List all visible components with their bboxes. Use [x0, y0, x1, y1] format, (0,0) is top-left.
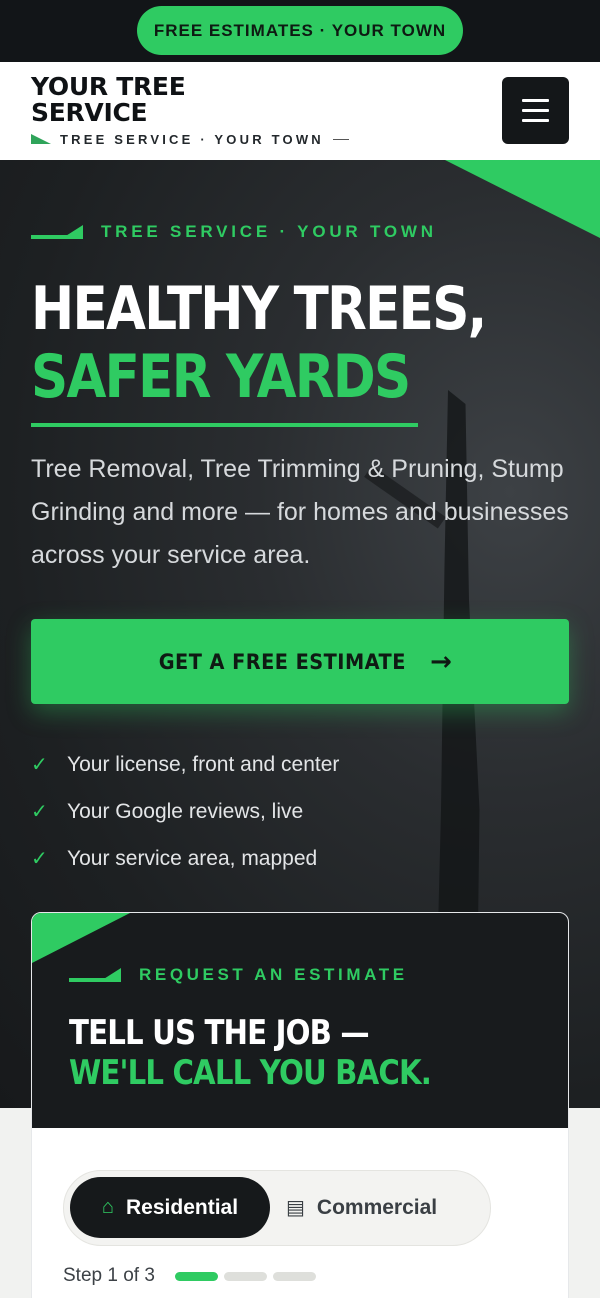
card-title-line-2: WE'LL CALL YOU BACK. [69, 1053, 432, 1093]
check-icon: ✓ [31, 754, 48, 776]
step-progress: Step 1 of 3 [63, 1265, 322, 1287]
card-title: TELL US THE JOB — WE'LL CALL YOU BACK. [69, 1013, 432, 1093]
hero-checklist: ✓ Your license, front and center ✓ Your … [31, 741, 339, 882]
commercial-option[interactable]: ▤ Commercial [286, 1177, 486, 1238]
hero-corner-accent [445, 160, 600, 238]
headline-line-2: SAFER YARDS [31, 342, 411, 412]
check-list-item: ✓ Your license, front and center [31, 741, 339, 788]
commercial-label: Commercial [316, 1195, 438, 1219]
hero-description: Tree Removal, Tree Trimming & Pruning, S… [31, 455, 569, 569]
logo[interactable]: YOUR TREE SERVICE [31, 74, 231, 126]
check-text: Your service area, mapped [67, 846, 318, 870]
check-list-item: ✓ Your service area, mapped [31, 835, 339, 882]
card-title-line-1: TELL US THE JOB — [69, 1013, 370, 1053]
property-type-toggle: ⌂ Residential ▤ Commercial [63, 1170, 491, 1246]
free-estimates-pill[interactable]: FREE ESTIMATES · YOUR TOWN [137, 6, 463, 55]
step-bar-3 [272, 1271, 316, 1281]
check-text: Your Google reviews, live [67, 799, 304, 823]
hero-headline: HEALTHY TREES, SAFER YARDS [31, 274, 487, 412]
site-header: YOUR TREE SERVICE TREE SERVICE · YOUR TO… [0, 62, 600, 160]
building-icon: ▤ [286, 1197, 305, 1219]
residential-label: Residential [126, 1195, 239, 1219]
eyebrow-mark-icon [69, 968, 121, 982]
card-eyebrow-text: REQUEST AN ESTIMATE [139, 965, 408, 984]
hamburger-menu-button[interactable] [502, 77, 569, 144]
card-eyebrow: REQUEST AN ESTIMATE [69, 965, 408, 985]
get-free-estimate-button[interactable]: GET A FREE ESTIMATE → [31, 619, 569, 704]
logo-line-1: YOUR TREE [31, 72, 186, 101]
headline-line-1: HEALTHY TREES, [31, 274, 487, 344]
check-list-item: ✓ Your Google reviews, live [31, 788, 339, 835]
headline-underline [31, 423, 418, 427]
logo-line-2: SERVICE [31, 98, 148, 127]
hero-eyebrow: TREE SERVICE · YOUR TOWN [31, 222, 437, 242]
hero-eyebrow-text: TREE SERVICE · YOUR TOWN [101, 222, 437, 241]
logo-tagline: TREE SERVICE · YOUR TOWN [60, 131, 324, 147]
hamburger-menu-icon [522, 99, 549, 102]
top-bar: FREE ESTIMATES · YOUR TOWN [0, 0, 600, 62]
arrow-right-icon: → [430, 646, 453, 677]
estimate-request-card: REQUEST AN ESTIMATE TELL US THE JOB — WE… [31, 912, 569, 1298]
card-corner-accent [32, 913, 130, 963]
step-label: Step 1 of 3 [63, 1265, 155, 1286]
step-bar-2 [223, 1271, 267, 1281]
logo-triangle-icon [31, 134, 51, 144]
logo-tagline-row: TREE SERVICE · YOUR TOWN [31, 131, 349, 147]
card-header: REQUEST AN ESTIMATE TELL US THE JOB — WE… [32, 913, 568, 1128]
residential-option[interactable]: ⌂ Residential [70, 1177, 270, 1238]
cta-label: GET A FREE ESTIMATE [158, 649, 406, 674]
home-icon: ⌂ [101, 1196, 115, 1218]
eyebrow-mark-icon [31, 225, 83, 239]
check-text: Your license, front and center [67, 752, 340, 776]
check-icon: ✓ [31, 848, 48, 870]
step-bar-1 [174, 1271, 218, 1281]
check-icon: ✓ [31, 801, 48, 823]
tagline-dash [332, 138, 349, 140]
